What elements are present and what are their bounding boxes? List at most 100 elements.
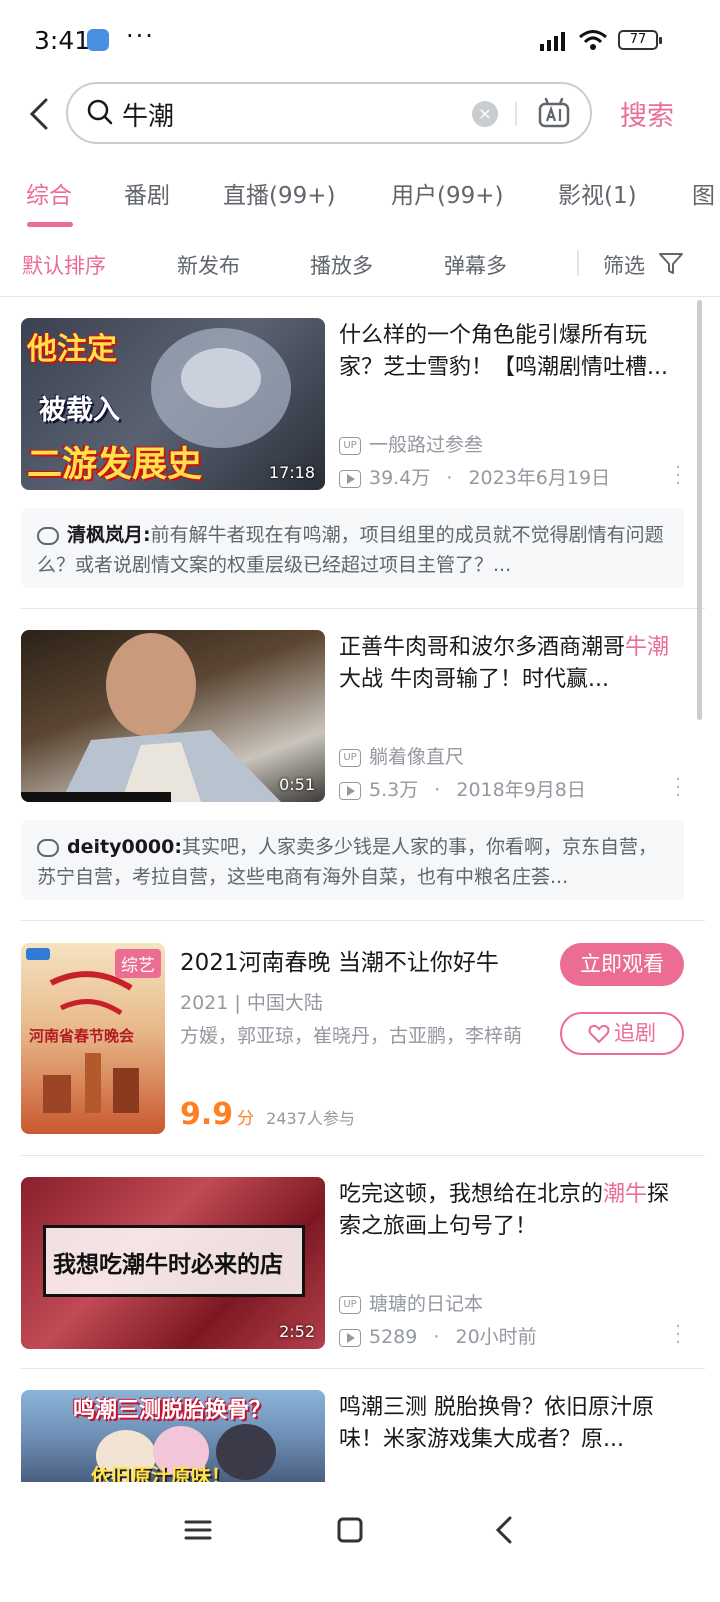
up-icon: UP: [339, 436, 361, 455]
active-tab-indicator: [27, 222, 73, 227]
clear-icon[interactable]: ×: [472, 101, 498, 127]
menu-icon[interactable]: [178, 1510, 218, 1550]
search-icon: [87, 99, 113, 125]
publish-date: 20小时前: [455, 1326, 537, 1348]
category-tabs: 综合 番剧 直播(99+) 用户(99+) 影视(1) 图: [0, 170, 720, 230]
up-icon: UP: [339, 1295, 361, 1314]
video-thumbnail[interactable]: 他注定 被载入 二游发展史 17:18: [21, 318, 325, 490]
view-count: 39.4万: [369, 467, 431, 489]
search-row: 牛潮 × 搜索: [0, 82, 720, 144]
video-author[interactable]: UP 瑭瑭的日记本: [339, 1289, 483, 1316]
title-highlight: 潮牛: [603, 1182, 648, 1207]
thumbnail-caption: 他注定: [27, 332, 117, 367]
search-query[interactable]: 牛潮: [122, 96, 174, 133]
result-divider: [21, 1368, 705, 1369]
status-time: 3:41: [34, 26, 91, 55]
comment-user: 清枫岚月:: [67, 524, 151, 546]
sort-divider-line: [0, 296, 720, 297]
video-duration: 0:51: [279, 775, 315, 794]
more-notifications-icon: ···: [126, 22, 155, 50]
thumbnail-caption: 二游发展史: [27, 445, 203, 485]
home-icon[interactable]: [330, 1510, 370, 1550]
result-divider: [21, 920, 705, 921]
video-thumbnail[interactable]: 鸣潮三测脱胎换骨？ 依旧原汁原味！: [21, 1390, 325, 1482]
more-options-icon[interactable]: · · ·: [668, 459, 688, 493]
scrollbar[interactable]: [697, 300, 702, 720]
up-icon: UP: [339, 748, 361, 767]
ai-assistant-icon[interactable]: [538, 98, 570, 128]
back-arrow-icon[interactable]: [24, 94, 54, 134]
search-divider: [515, 102, 517, 126]
sort-most-danmaku[interactable]: 弹幕多: [444, 250, 507, 280]
meta-separator: ·: [433, 1326, 440, 1348]
video-thumbnail[interactable]: 0:51: [21, 630, 325, 802]
app-notification-icon: [87, 29, 109, 51]
play-count-icon: [339, 1328, 361, 1347]
comment-icon: [37, 838, 59, 857]
video-title[interactable]: 鸣潮三测 脱胎换骨？依旧原汁原味！米家游戏集大成者？原...: [339, 1392, 689, 1456]
sort-default[interactable]: 默认排序: [22, 250, 106, 280]
tab-users[interactable]: 用户(99+): [391, 176, 503, 210]
tab-general[interactable]: 综合: [26, 176, 72, 210]
video-title[interactable]: 吃完这顿，我想给在北京的潮牛探索之旅画上句号了！: [339, 1179, 689, 1243]
tab-anime[interactable]: 番剧: [124, 176, 170, 210]
title-text: 吃完这顿，我想给在北京的: [339, 1182, 604, 1207]
video-stats: 39.4万 · 2023年6月19日: [339, 463, 610, 490]
video-author[interactable]: UP 一般路过参叁: [339, 430, 483, 457]
thumbnail-caption: 依旧原汁原味！: [91, 1464, 231, 1482]
view-count: 5289: [369, 1326, 418, 1348]
video-stats: 5.3万 · 2018年9月8日: [339, 775, 586, 802]
author-name: 一般路过参叁: [369, 434, 484, 456]
play-count-icon: [339, 469, 361, 488]
video-title[interactable]: 什么样的一个角色能引爆所有玩家？芝士雪豹！【鸣潮剧情吐槽...: [339, 320, 689, 384]
video-duration: 2:52: [279, 1322, 315, 1341]
meta-separator: ·: [434, 779, 441, 801]
series-rating: 9.9 分 2437人参与: [180, 1097, 355, 1132]
follow-label: 追剧: [614, 1021, 656, 1045]
heart-icon: [588, 1024, 610, 1044]
thumbnail-caption: 我想吃潮牛时必来的店: [53, 1252, 283, 1278]
publish-date: 2023年6月19日: [468, 467, 611, 489]
series-info: 2021 | 中国大陆: [180, 992, 323, 1014]
category-badge: 综艺: [115, 949, 161, 978]
video-duration: 17:18: [268, 463, 315, 482]
signal-icon: [540, 32, 565, 51]
system-nav-bar: [0, 1482, 720, 1602]
tab-film[interactable]: 影视(1): [558, 176, 637, 210]
sort-most-played[interactable]: 播放多: [310, 250, 373, 280]
search-button[interactable]: 搜索: [620, 94, 674, 133]
rating-unit: 分: [237, 1109, 255, 1129]
series-poster[interactable]: 综艺 河南省春节晚会: [21, 943, 165, 1134]
sort-newest[interactable]: 新发布: [177, 250, 240, 280]
meta-separator: ·: [446, 467, 453, 489]
top-comment[interactable]: deity0000:其实吧，人家卖多少钱是人家的事，你看啊，京东自营，苏宁自营，…: [21, 820, 684, 900]
watch-now-button[interactable]: 立即观看: [560, 943, 684, 986]
author-name: 躺着像直尺: [369, 746, 465, 768]
back-icon[interactable]: [484, 1510, 524, 1550]
view-count: 5.3万: [369, 779, 419, 801]
sort-bar: 默认排序 新发布 播放多 弹幕多 筛选: [0, 240, 720, 290]
result-divider: [21, 1155, 705, 1156]
video-stats: 5289 · 20小时前: [339, 1322, 537, 1349]
filter-icon[interactable]: [658, 252, 684, 276]
rating-score: 9.9: [180, 1097, 234, 1132]
more-options-icon[interactable]: · · ·: [668, 1318, 688, 1352]
more-options-icon[interactable]: · · ·: [668, 771, 688, 805]
play-count-icon: [339, 781, 361, 800]
series-title[interactable]: 2021河南春晚 当潮不让你好牛: [180, 943, 499, 977]
poster-caption: 河南省春节晚会: [29, 1027, 135, 1045]
follow-series-button[interactable]: 追剧: [560, 1012, 684, 1055]
series-cast: 方媛，郭亚琼，崔晓丹，古亚鹏，李梓萌: [180, 1025, 523, 1047]
wifi-icon: [579, 30, 607, 50]
tab-images[interactable]: 图: [692, 176, 715, 210]
search-input[interactable]: 牛潮 ×: [66, 82, 592, 144]
video-author[interactable]: UP 躺着像直尺: [339, 742, 464, 769]
video-thumbnail[interactable]: 我想吃潮牛时必来的店 2:52: [21, 1177, 325, 1349]
thumbnail-caption: 被载入: [39, 395, 120, 426]
video-title[interactable]: 正善牛肉哥和波尔多酒商潮哥牛潮大战 牛肉哥输了！时代赢...: [339, 632, 689, 696]
top-comment[interactable]: 清枫岚月:前有解牛者现在有鸣潮，项目组里的成员就不觉得剧情有问题么？或者说剧情文…: [21, 508, 684, 588]
result-divider: [21, 608, 705, 609]
tab-live[interactable]: 直播(99+): [223, 176, 335, 210]
comment-icon: [37, 526, 59, 545]
filter-button[interactable]: 筛选: [603, 250, 645, 280]
